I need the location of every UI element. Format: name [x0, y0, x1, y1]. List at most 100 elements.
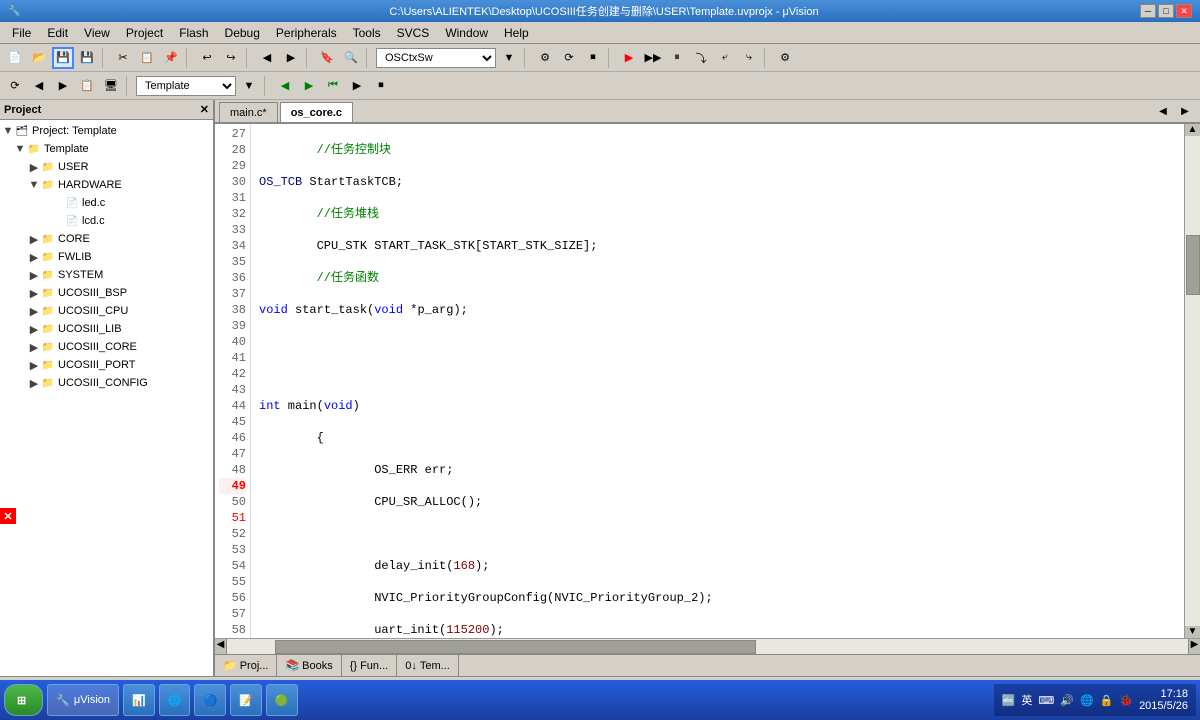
menu-bar: File Edit View Project Flash Debug Perip…: [0, 22, 1200, 44]
code-line-30: CPU_STK START_TASK_STK[START_STK_SIZE];: [259, 238, 1176, 254]
menu-view[interactable]: View: [76, 24, 118, 42]
h-scroll-thumb[interactable]: [275, 640, 756, 654]
template-select[interactable]: Template: [136, 76, 236, 96]
h-scrollbar[interactable]: ◀ ▶: [215, 638, 1200, 654]
scroll-left-button[interactable]: ◀: [215, 639, 227, 654]
step-into-button[interactable]: ⤵: [690, 47, 712, 69]
save-all-button[interactable]: 💾: [76, 47, 98, 69]
scroll-thumb[interactable]: [1186, 235, 1200, 295]
tree-fwlib[interactable]: ▶ 📁 FWLIB: [0, 248, 213, 266]
tree-lcdc[interactable]: ▶ 📄 lcd.c: [0, 212, 213, 230]
debug-button[interactable]: ▶: [618, 47, 640, 69]
save-button[interactable]: 💾: [52, 47, 74, 69]
tree-user[interactable]: ▶ 📁 USER: [0, 158, 213, 176]
tree-ucosiii-port[interactable]: ▶ 📁 UCOSIII_PORT: [0, 356, 213, 374]
tb2-green-btn3[interactable]: ⏮: [322, 75, 344, 97]
tab-oscorec[interactable]: os_core.c: [280, 102, 353, 122]
tab-scroll-right[interactable]: ▶: [1174, 100, 1196, 122]
close-button[interactable]: ✕: [1176, 4, 1192, 18]
settings-button[interactable]: ⚙: [774, 47, 796, 69]
menu-svcs[interactable]: SVCS: [389, 24, 438, 42]
code-editor[interactable]: 27 28 29 30 31 32 33 34 35 36 37 38 39 4…: [215, 124, 1200, 638]
rebuild-button[interactable]: ⟳: [558, 47, 580, 69]
tb2-btn7[interactable]: ⏹: [370, 75, 392, 97]
nav-prev-button[interactable]: ◀: [256, 47, 278, 69]
tb2-btn6[interactable]: ▶: [346, 75, 368, 97]
menu-file[interactable]: File: [4, 24, 39, 42]
stop-button[interactable]: ⏹: [582, 47, 604, 69]
separator3: [246, 48, 252, 68]
undo-button[interactable]: ↩: [196, 47, 218, 69]
new-file-button[interactable]: 📄: [4, 47, 26, 69]
tb2-green-btn1[interactable]: ◀: [274, 75, 296, 97]
code-content[interactable]: //任务控制块 OS_TCB StartTaskTCB; //任务堆栈 CPU_…: [251, 124, 1184, 638]
redo-button[interactable]: ↪: [220, 47, 242, 69]
copy-button[interactable]: 📋: [136, 47, 158, 69]
tab-scroll-left[interactable]: ◀: [1152, 100, 1174, 122]
tree-template[interactable]: ▼ 📁 Template: [0, 140, 213, 158]
run-button[interactable]: ▶▶: [642, 47, 664, 69]
tb2-green-btn2[interactable]: ▶: [298, 75, 320, 97]
taskbar-app4[interactable]: 🔵: [194, 684, 226, 716]
taskbar-uvision[interactable]: 🔧 μVision: [47, 684, 119, 716]
ucosiii-lib-expand-icon: ▶: [28, 323, 40, 336]
tab-mainc[interactable]: main.c*: [219, 102, 278, 122]
paste-button[interactable]: 📌: [160, 47, 182, 69]
tb2-btn2[interactable]: ◀: [28, 75, 50, 97]
bottom-tab-templates[interactable]: 0↓ Tem...: [397, 655, 459, 677]
target-select[interactable]: OSCtxSw: [376, 48, 496, 68]
template-options-button[interactable]: ▼: [238, 75, 260, 97]
menu-peripherals[interactable]: Peripherals: [268, 24, 345, 42]
tree-hardware[interactable]: ▼ 📁 HARDWARE: [0, 176, 213, 194]
bookmark-button[interactable]: 🔖: [316, 47, 338, 69]
build-button[interactable]: ⚙: [534, 47, 556, 69]
target-options-button[interactable]: ▼: [498, 47, 520, 69]
system-clock[interactable]: 17:18 2015/5/26: [1139, 688, 1188, 712]
menu-window[interactable]: Window: [437, 24, 496, 42]
maximize-button[interactable]: □: [1158, 4, 1174, 18]
open-file-button[interactable]: 📂: [28, 47, 50, 69]
scroll-up-button[interactable]: ▲: [1185, 124, 1200, 136]
taskbar-app3[interactable]: 🌐: [159, 684, 191, 716]
tree-ucosiii-cpu[interactable]: ▶ 📁 UCOSIII_CPU: [0, 302, 213, 320]
bottom-tab-functions[interactable]: {} Fun...: [342, 655, 397, 677]
tree-ucosiii-config[interactable]: ▶ 📁 UCOSIII_CONFIG: [0, 374, 213, 392]
bottom-tab-project[interactable]: 📁 Proj...: [215, 655, 277, 677]
scroll-right-button[interactable]: ▶: [1188, 639, 1200, 654]
tree-core[interactable]: ▶ 📁 CORE: [0, 230, 213, 248]
title-controls[interactable]: ─ □ ✕: [1140, 4, 1192, 18]
bottom-tab-books[interactable]: 📚 Books: [277, 655, 341, 677]
menu-help[interactable]: Help: [496, 24, 537, 42]
tb2-btn1[interactable]: ⟳: [4, 75, 26, 97]
tree-ledc[interactable]: ▶ 📄 led.c: [0, 194, 213, 212]
tb2-btn4[interactable]: 📋: [76, 75, 98, 97]
menu-flash[interactable]: Flash: [171, 24, 216, 42]
taskbar-app6[interactable]: 🟢: [266, 684, 298, 716]
minimize-button[interactable]: ─: [1140, 4, 1156, 18]
start-button[interactable]: ⊞: [4, 684, 43, 716]
menu-debug[interactable]: Debug: [217, 24, 268, 42]
stop-debug-button[interactable]: ⏸: [666, 47, 688, 69]
scroll-down-button[interactable]: ▼: [1185, 626, 1200, 638]
tree-ucosiii-core[interactable]: ▶ 📁 UCOSIII_CORE: [0, 338, 213, 356]
project-close-icon[interactable]: ✕: [200, 103, 209, 116]
tb2-btn3[interactable]: ▶: [52, 75, 74, 97]
nav-next-button[interactable]: ▶: [280, 47, 302, 69]
tree-template-label: Template: [44, 143, 89, 155]
tree-ucosiii-bsp[interactable]: ▶ 📁 UCOSIII_BSP: [0, 284, 213, 302]
taskbar-app5[interactable]: 📝: [230, 684, 262, 716]
step-over-button[interactable]: ⤶: [714, 47, 736, 69]
find-button[interactable]: 🔍: [340, 47, 362, 69]
tb2-btn5[interactable]: 🖥: [100, 75, 122, 97]
menu-tools[interactable]: Tools: [345, 24, 389, 42]
separator2: [186, 48, 192, 68]
step-out-button[interactable]: ⤷: [738, 47, 760, 69]
editor-scrollbar[interactable]: ▲ ▼: [1184, 124, 1200, 638]
tree-root[interactable]: ▼ 🗂 Project: Template: [0, 122, 213, 140]
cut-button[interactable]: ✂: [112, 47, 134, 69]
tree-ucosiii-lib[interactable]: ▶ 📁 UCOSIII_LIB: [0, 320, 213, 338]
menu-project[interactable]: Project: [118, 24, 171, 42]
taskbar-powerpoint[interactable]: 📊: [123, 684, 155, 716]
menu-edit[interactable]: Edit: [39, 24, 76, 42]
tree-system[interactable]: ▶ 📁 SYSTEM: [0, 266, 213, 284]
